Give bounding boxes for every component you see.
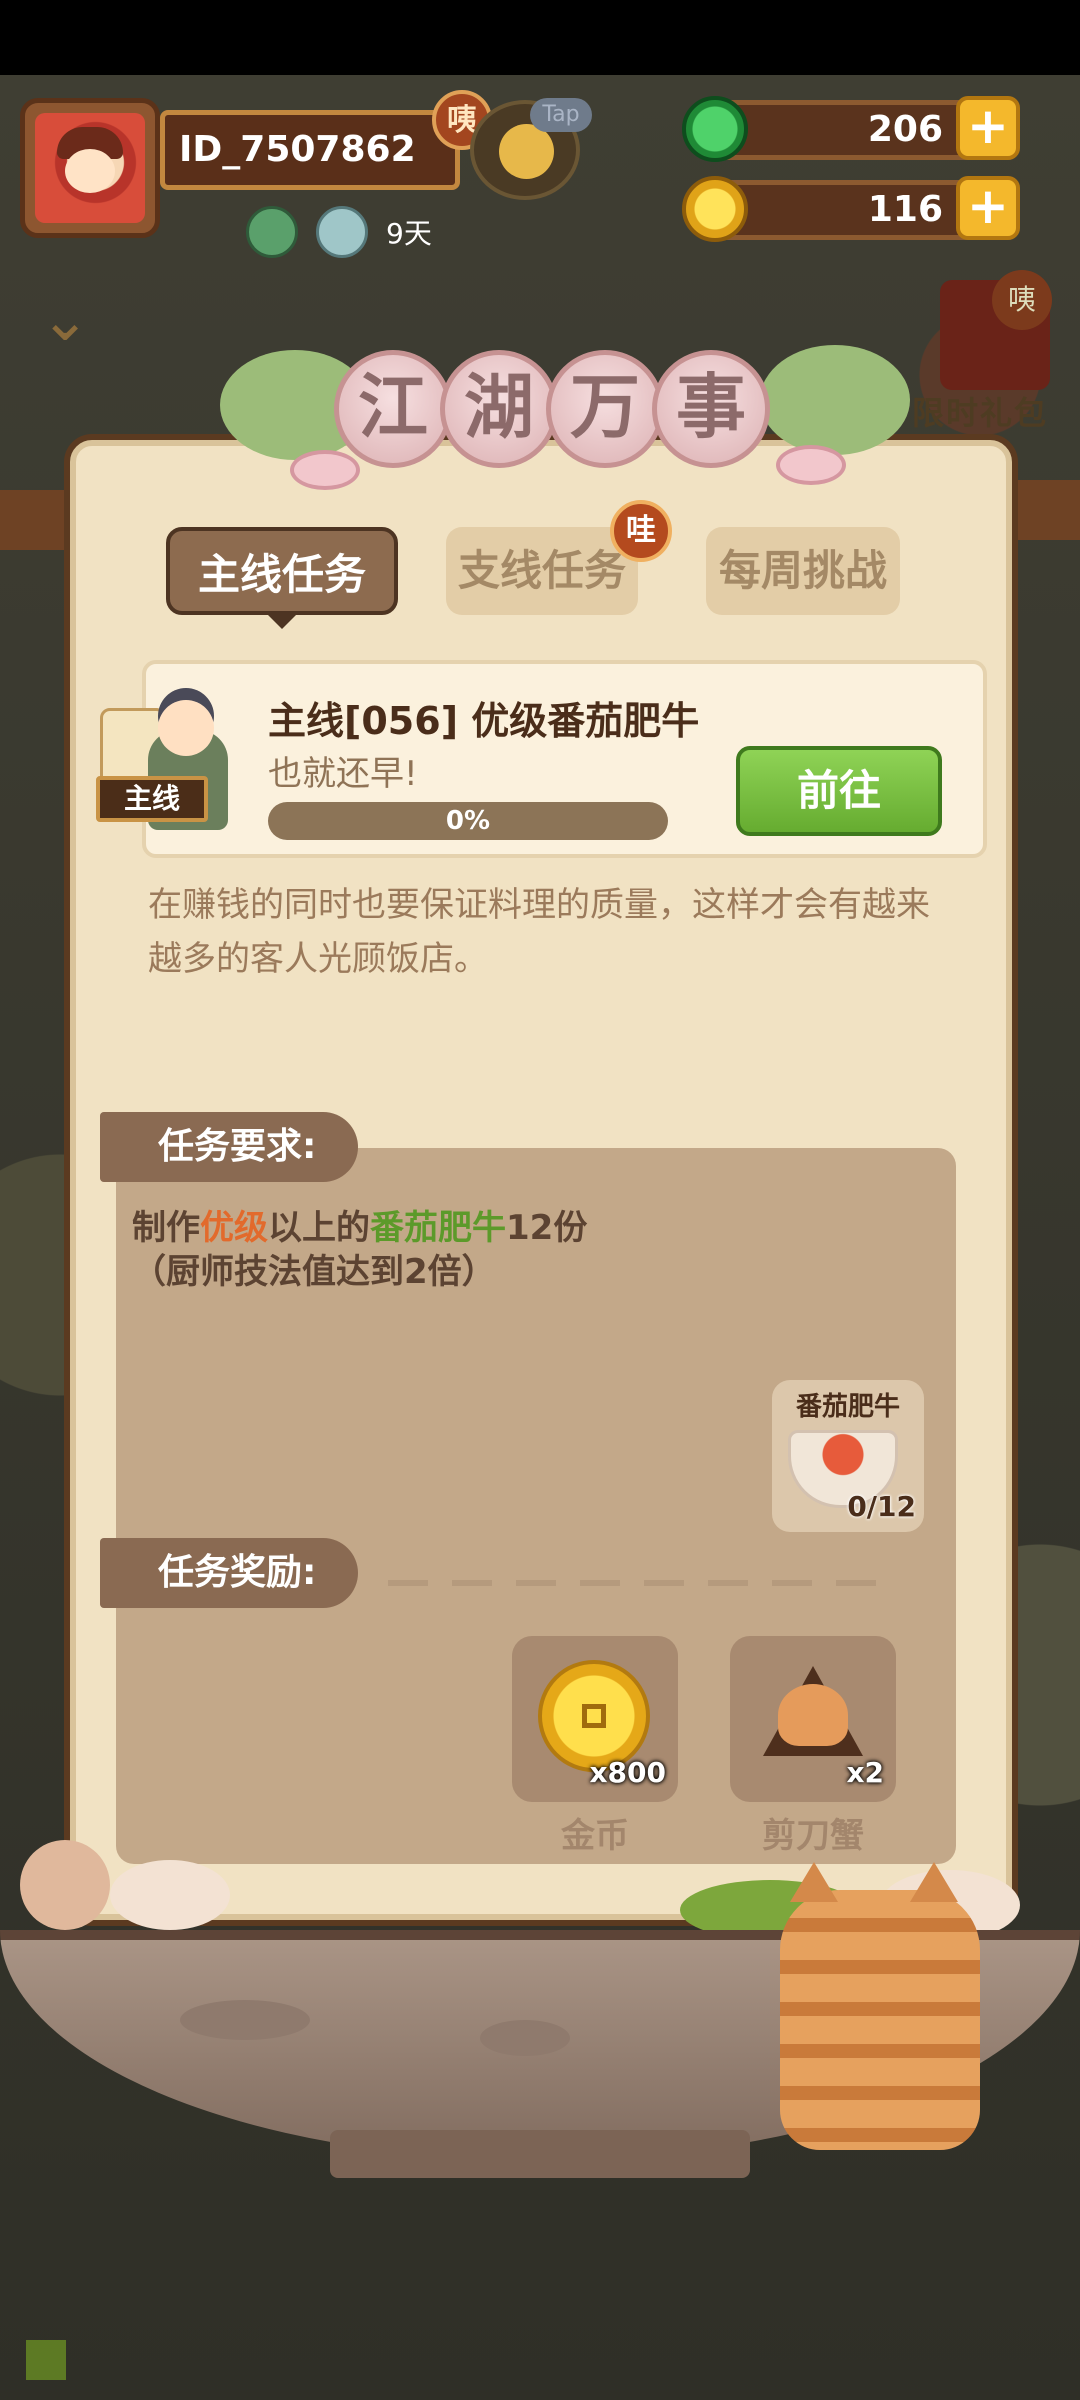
req-text: 以上的: [268, 1208, 370, 1248]
npc-head: [158, 700, 214, 756]
status-bar: [0, 0, 1080, 75]
req-dish: 番茄肥牛: [370, 1208, 506, 1248]
scroll-rod-left: [0, 490, 80, 550]
req-text: 制作: [132, 1208, 200, 1248]
player-avatar[interactable]: [20, 98, 160, 238]
task-title: 主线[056] 优级番茄肥牛: [268, 699, 700, 743]
tab-weekly-challenge[interactable]: 每周挑战: [706, 527, 900, 615]
dish-card[interactable]: 番茄肥牛 0/12: [772, 1380, 924, 1532]
title-char: 江: [334, 350, 452, 468]
crab-inner: [778, 1684, 848, 1746]
bowl-base: [330, 2130, 750, 2178]
tab-side-quests[interactable]: 支线任务: [446, 527, 638, 615]
tab-main-quests[interactable]: 主线任务: [166, 527, 398, 615]
coin-icon: [682, 176, 748, 242]
add-coins-button[interactable]: +: [956, 176, 1020, 240]
main-quest-tag: 主线: [96, 776, 208, 822]
fishball-decoration: [20, 1840, 110, 1930]
task-subtitle: 也就还早!: [268, 754, 418, 794]
divider: [388, 1580, 888, 1586]
jade-icon: [682, 96, 748, 162]
reward-coins[interactable]: x800: [512, 1636, 678, 1802]
cat-ear: [910, 1862, 958, 1902]
gift-badge: 咦: [992, 270, 1052, 330]
rewards-header: 任务奖励:: [100, 1538, 358, 1608]
corner-icon: [26, 2340, 66, 2380]
buff-icon[interactable]: [246, 206, 298, 258]
progress-text: 0%: [445, 806, 491, 836]
player-id: ID_7507862: [160, 110, 460, 190]
tap-label: Tap: [530, 98, 592, 132]
food-decoration: [110, 1860, 230, 1930]
cat-ear: [790, 1862, 838, 1902]
go-button[interactable]: 前往: [736, 746, 942, 836]
req-quality: 优级: [200, 1208, 268, 1248]
title-char: 湖: [440, 350, 558, 468]
limited-gift-button[interactable]: 咦 限时礼包: [900, 270, 1080, 460]
side-quest-badge: 哇: [610, 500, 672, 562]
reward-name: 剪刀蟹: [762, 1816, 864, 1856]
avatar-face: [65, 149, 115, 193]
requirement-line-1: 制作优级以上的番茄肥牛12份: [132, 1200, 587, 1249]
panel-title: 江 湖 万 事: [290, 350, 790, 490]
chevron-down-icon[interactable]: ⌄: [40, 290, 120, 350]
reward-count: x2: [846, 1756, 884, 1789]
cat-decoration: [780, 1890, 980, 2150]
task-progress-bar: 0%: [268, 802, 668, 840]
tab-pointer: [268, 615, 296, 629]
smile-icon: [499, 124, 554, 179]
requirement-line-2: （厨师技法值达到2倍）: [132, 1252, 496, 1292]
requirements-header: 任务要求:: [100, 1112, 358, 1182]
dish-name: 番茄肥牛: [795, 1392, 900, 1422]
reward-scissor-crab[interactable]: x2: [730, 1636, 896, 1802]
title-char: 事: [652, 350, 770, 468]
add-jade-button[interactable]: +: [956, 96, 1020, 160]
days-counter: 9天: [386, 217, 432, 250]
avatar-image: [35, 113, 145, 223]
dish-count: 0/12: [847, 1490, 916, 1523]
bowl-buff-icon[interactable]: [316, 206, 368, 258]
gift-label: 限时礼包: [912, 394, 1049, 432]
req-amount: 12份: [506, 1208, 588, 1248]
reward-name: 金币: [561, 1816, 629, 1856]
title-char: 万: [546, 350, 664, 468]
task-description: 在赚钱的同时也要保证料理的质量，这样才会有越来越多的客人光顾饭店。: [148, 885, 930, 979]
scroll-rod-right: [1000, 480, 1080, 540]
reward-count: x800: [589, 1756, 666, 1789]
